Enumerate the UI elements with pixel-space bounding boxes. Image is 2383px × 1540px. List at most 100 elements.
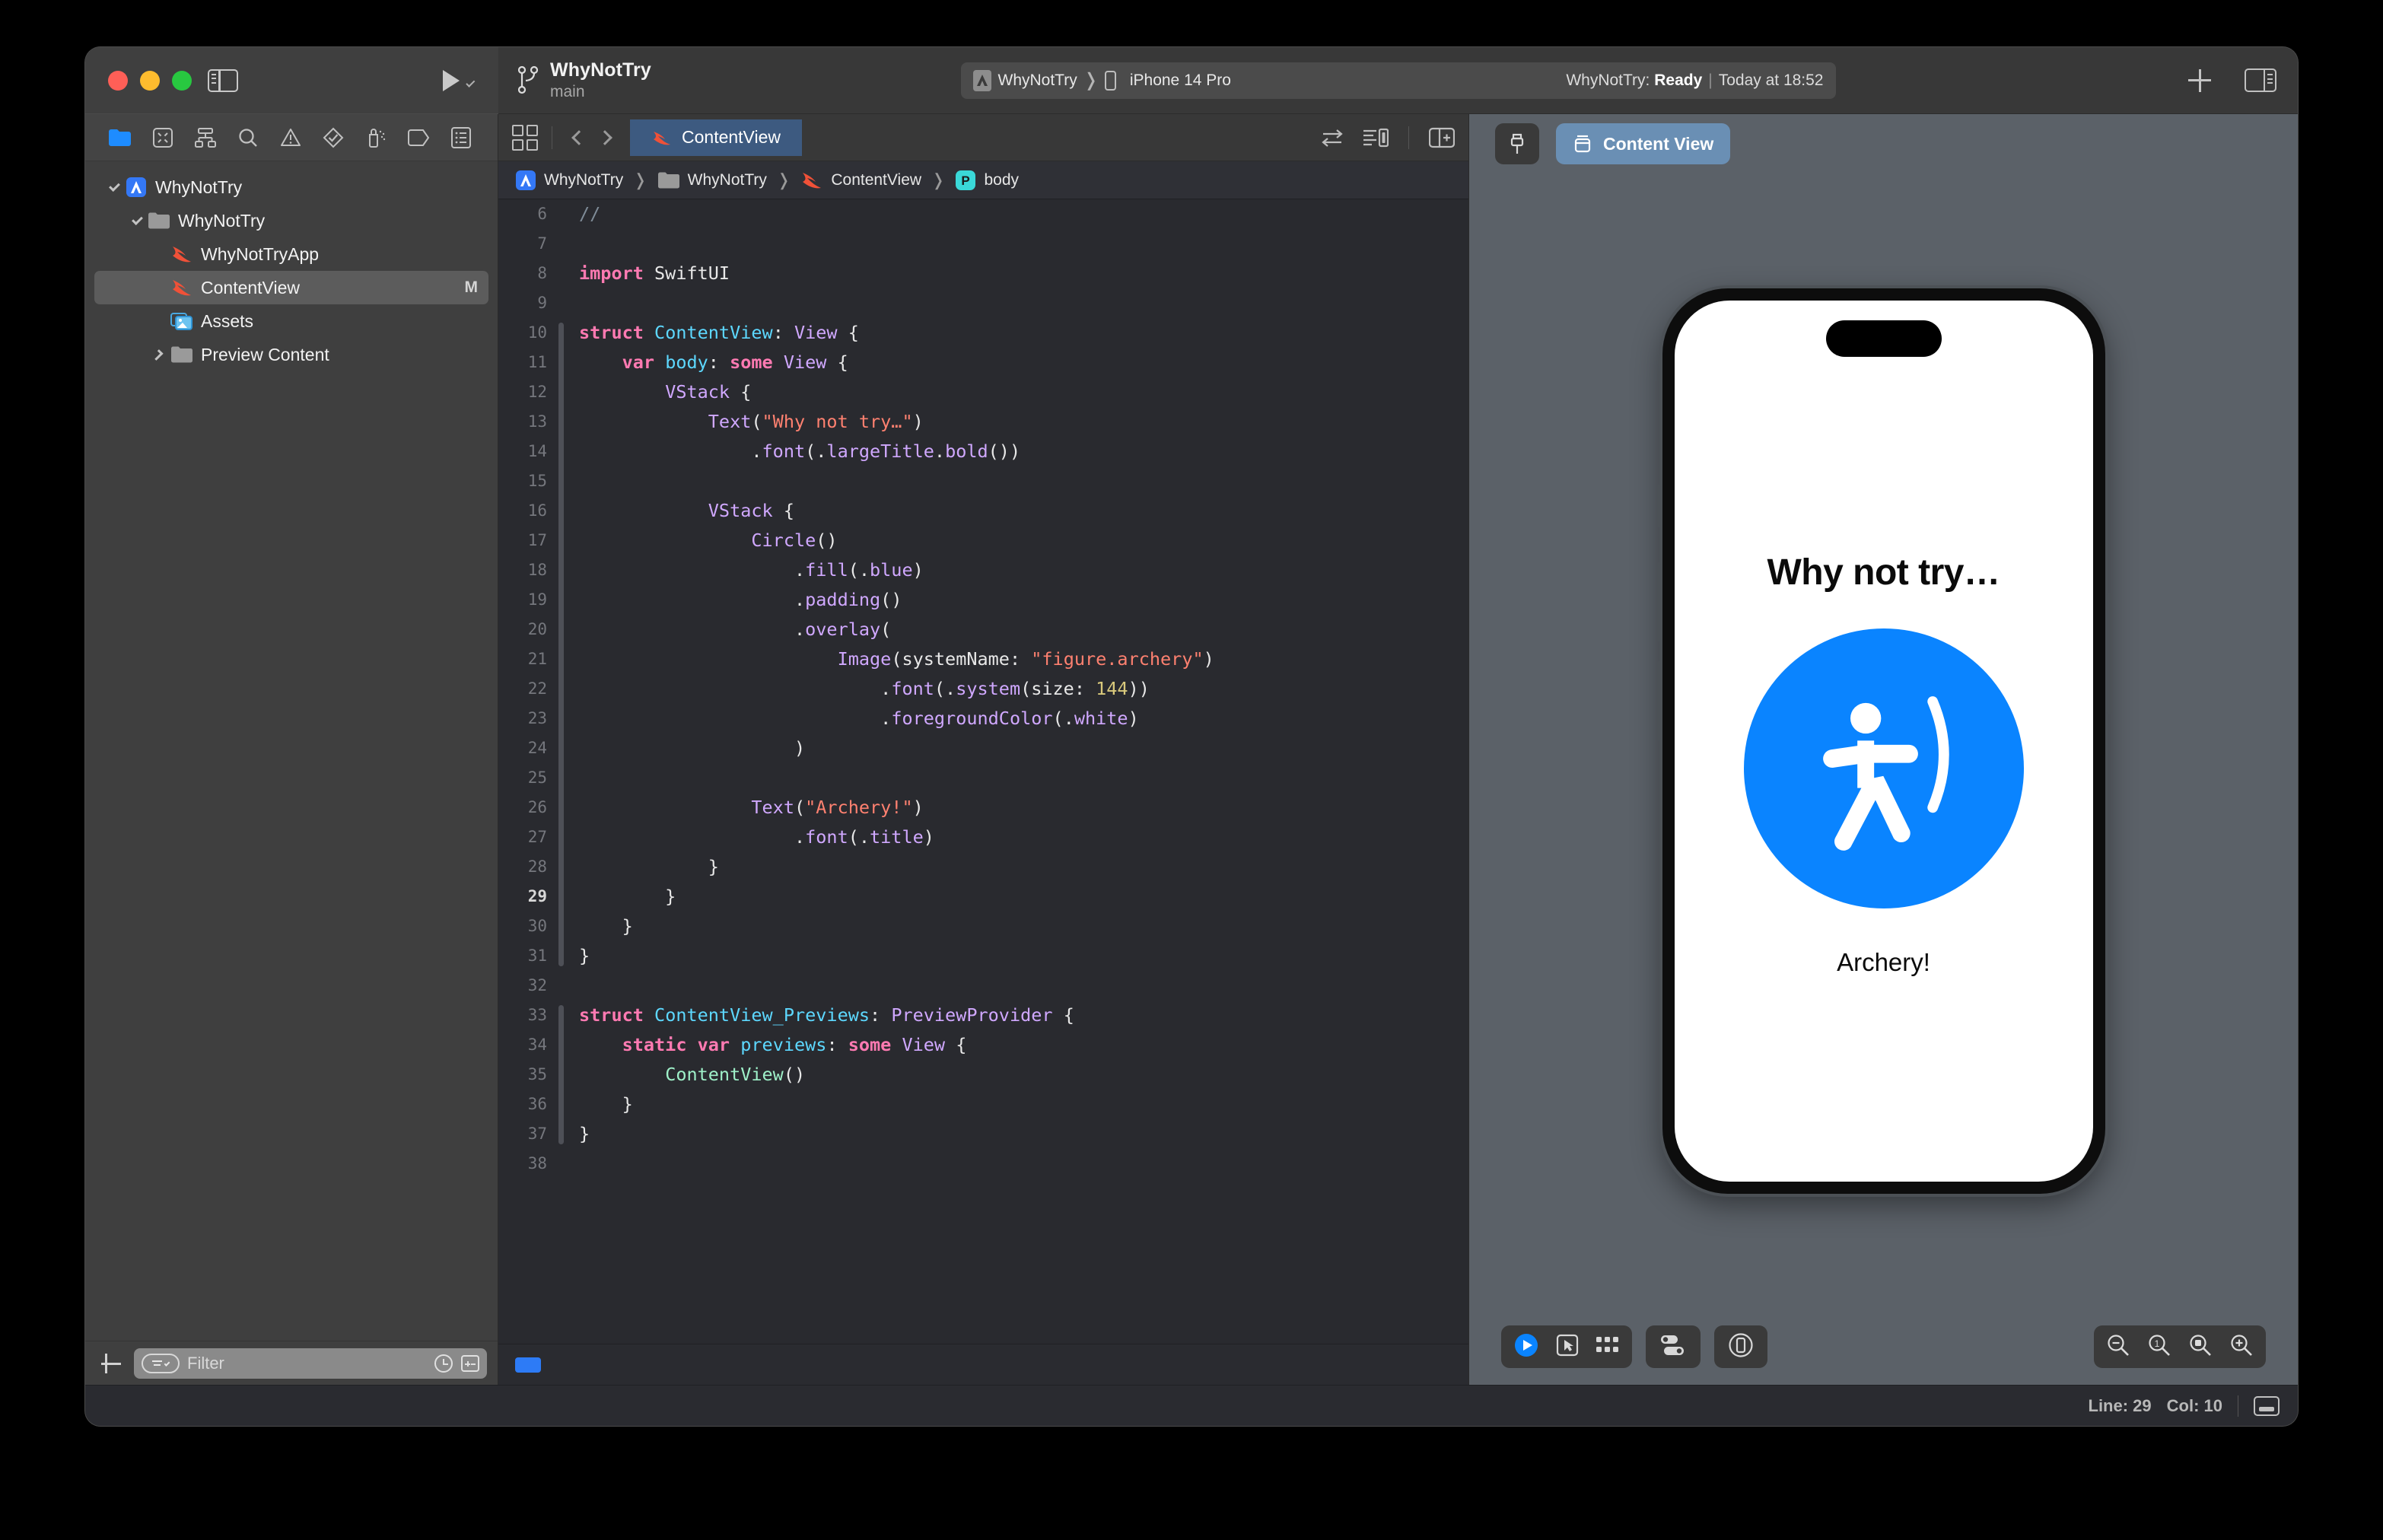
maximize-window-button[interactable] [172,70,192,91]
variants-preview-button[interactable] [1596,1335,1620,1359]
code-line[interactable]: .font(.system(size: 144)) [579,674,1468,704]
code-line[interactable] [579,763,1468,793]
code-line[interactable]: } [579,1090,1468,1119]
code-line[interactable]: Image(systemName: "figure.archery") [579,644,1468,674]
code-line[interactable]: Circle() [579,526,1468,555]
add-file-button[interactable] [96,1348,126,1379]
breadcrumb-item[interactable]: ContentView [800,170,921,190]
sidebar-tab-issues[interactable] [269,120,312,155]
source-control-branch[interactable]: WhyNotTry main [518,59,651,101]
filter-scope-icon[interactable] [142,1353,180,1373]
breadcrumb-item[interactable]: WhyNotTry [515,170,623,191]
tree-row[interactable]: WhyNotTry [94,204,488,237]
scheme-selector[interactable]: WhyNotTry [972,69,1077,91]
code-line[interactable]: .font(.largeTitle.bold()) [579,437,1468,466]
disclosure-triangle[interactable] [105,180,123,192]
code-line[interactable]: } [579,912,1468,941]
code-line[interactable]: VStack { [579,496,1468,526]
assets-catalog-icon [170,313,192,330]
minimap-icon[interactable] [1363,127,1389,148]
disclosure-triangle[interactable] [128,214,146,226]
zoom-out-button[interactable] [2106,1333,2130,1361]
code-line[interactable]: ) [579,733,1468,763]
sidebar-tab-debug[interactable] [355,120,397,155]
clock-icon[interactable] [434,1354,453,1373]
sidebar-tab-reports[interactable] [440,120,482,155]
filter-input[interactable]: Filter [134,1348,487,1379]
plus-minus-icon[interactable] [461,1354,479,1372]
code-fold-segment[interactable] [558,619,564,759]
code-line[interactable]: } [579,941,1468,971]
debug-area-icon[interactable] [2254,1395,2280,1416]
code-line[interactable]: Text("Why not try…") [579,407,1468,437]
code-line[interactable]: import SwiftUI [579,259,1468,288]
preview-selector-pill[interactable]: Content View [1556,123,1731,164]
code-line[interactable]: .padding() [579,585,1468,615]
disclosure-triangle[interactable] [151,348,169,361]
code-fold-segment[interactable] [558,1035,564,1115]
code-line[interactable]: // [579,199,1468,229]
code-line[interactable] [579,466,1468,496]
code-line[interactable]: static var previews: some View { [579,1030,1468,1060]
sidebar-tab-source-control[interactable] [142,120,184,155]
editor-tab-contentview[interactable]: ContentView [630,119,802,156]
tree-row[interactable]: Preview Content [94,338,488,371]
code-line[interactable]: } [579,882,1468,912]
code-line[interactable] [579,288,1468,318]
code-line[interactable]: VStack { [579,377,1468,407]
sidebar-tab-find[interactable] [227,120,269,155]
toggle-inspector-button[interactable] [2243,66,2278,95]
add-editor-icon[interactable] [1429,127,1455,148]
code-folding-ribbon[interactable] [558,199,565,1344]
code-line[interactable] [579,1149,1468,1179]
run-button[interactable] [443,69,482,91]
code-line[interactable]: struct ContentView: View { [579,318,1468,348]
tree-row[interactable]: Assets [94,304,488,338]
close-window-button[interactable] [108,70,128,91]
minimize-window-button[interactable] [140,70,160,91]
go-back-button[interactable] [566,123,592,153]
tree-row[interactable]: ContentView M [94,271,488,304]
build-chip[interactable] [515,1357,541,1373]
code-text[interactable]: // import SwiftUI struct ContentView: Vi… [565,199,1468,1344]
toggle-navigator-button[interactable] [205,66,240,95]
window-controls[interactable] [108,70,192,91]
code-line[interactable]: Text("Archery!") [579,793,1468,822]
zoom-to-fit-button[interactable] [2188,1333,2213,1361]
code-line[interactable]: var body: some View { [579,348,1468,377]
code-token: () [880,589,902,610]
device-settings-button[interactable] [1659,1334,1687,1360]
editor-options-icon[interactable] [512,124,538,151]
live-preview-button[interactable] [1513,1332,1539,1362]
tree-row[interactable]: WhyNotTry [94,170,488,204]
code-line[interactable]: .font(.title) [579,822,1468,852]
sidebar-tab-hierarchy[interactable] [184,120,227,155]
code-line[interactable]: .foregroundColor(.white) [579,704,1468,733]
code-line[interactable]: ContentView() [579,1060,1468,1090]
breadcrumb-item[interactable]: WhyNotTry [657,171,767,189]
zoom-in-button[interactable] [2229,1333,2254,1361]
add-button[interactable] [2182,66,2217,95]
code-line[interactable]: .overlay( [579,615,1468,644]
device-bezel-button[interactable] [1728,1332,1754,1362]
pin-preview-button[interactable] [1495,123,1539,164]
breadcrumb-item[interactable]: Pbody [955,170,1019,191]
code-line[interactable] [579,229,1468,259]
sidebar-tab-tests[interactable] [312,120,355,155]
code-line[interactable] [579,971,1468,1001]
code-line[interactable]: } [579,852,1468,882]
selectable-preview-button[interactable] [1556,1334,1579,1360]
source-editor[interactable]: 6 7 8 9 10 11 12 13 14 15 16 17 18 19 20 21 22 23 24 25 26 27… [498,199,1468,1344]
zoom-actual-size-button[interactable]: 1 [2147,1333,2171,1361]
go-forward-button[interactable] [592,123,618,153]
sidebar-tab-breakpoints[interactable] [397,120,440,155]
device-screen[interactable]: Why not try… Archery! [1674,301,2093,1182]
code-line[interactable]: struct ContentView_Previews: PreviewProv… [579,1001,1468,1030]
code-line[interactable]: .fill(.blue) [579,555,1468,585]
activity-status[interactable]: WhyNotTry: Ready | Today at 18:52 [1566,72,1823,90]
tree-row[interactable]: WhyNotTryApp [94,237,488,271]
code-line[interactable]: } [579,1119,1468,1149]
related-items-icon[interactable] [1320,127,1344,148]
sidebar-tab-project[interactable] [99,120,142,155]
destination-selector[interactable]: iPhone 14 Pro [1104,70,1231,91]
